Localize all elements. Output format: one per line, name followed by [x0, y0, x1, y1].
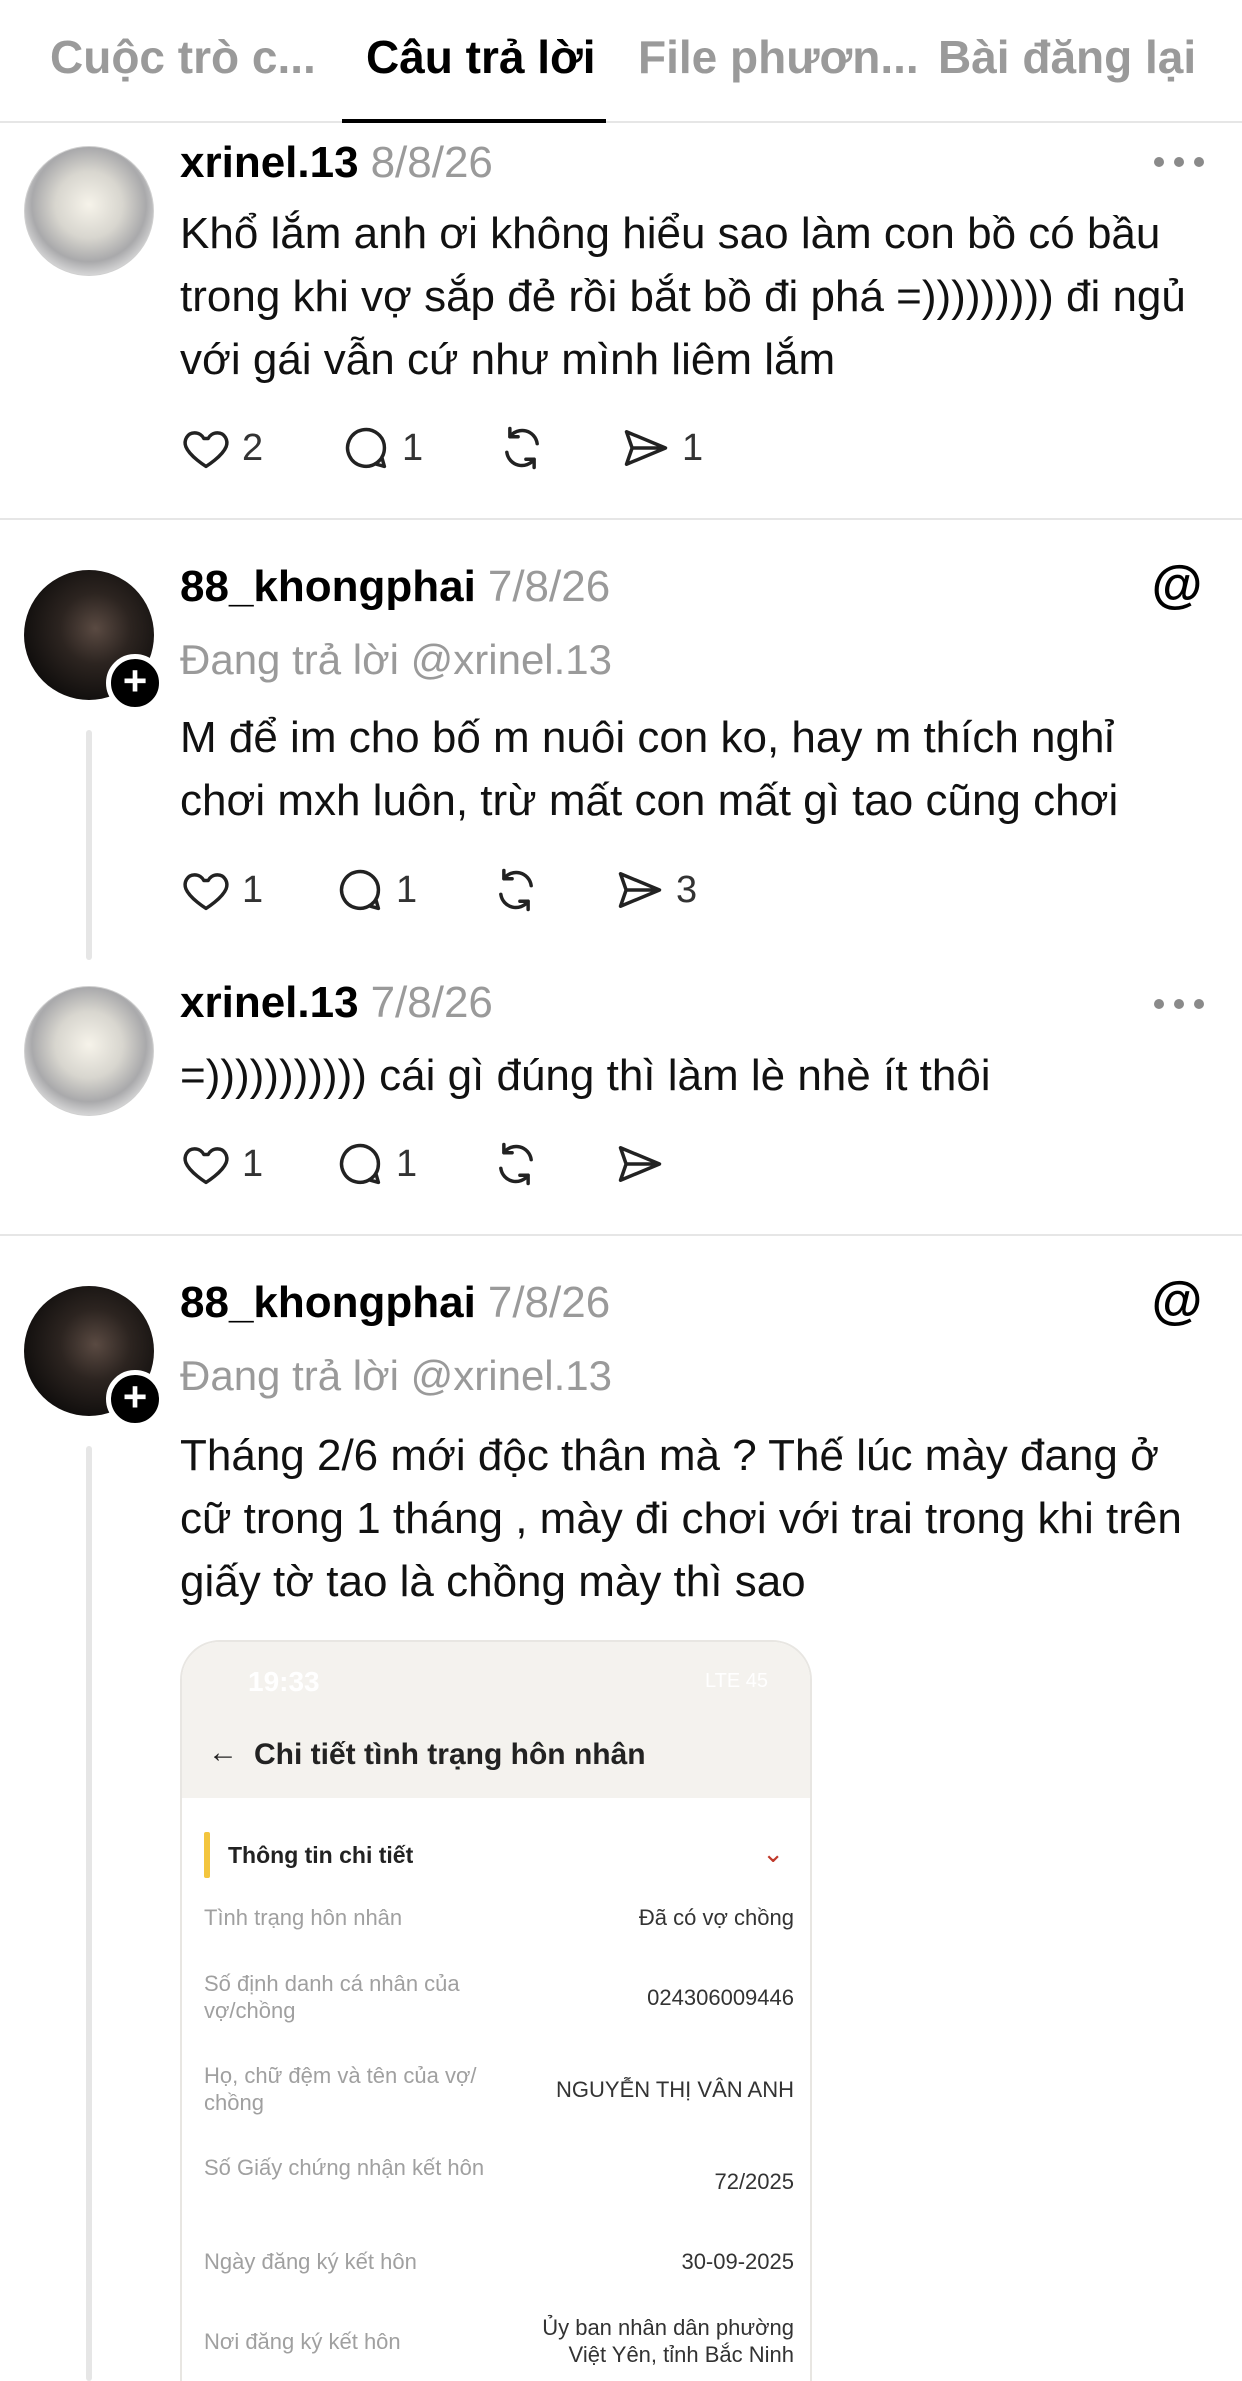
username[interactable]: xrinel.13: [180, 978, 359, 1027]
heart-icon: [183, 873, 229, 911]
post-text: M để im cho bố m nuôi con ko, hay m thíc…: [180, 713, 1119, 825]
detail-label: Số định danh cá nhân của vợ/chồng: [204, 1971, 460, 2023]
active-tab-indicator: [342, 119, 606, 123]
repost-button[interactable]: [490, 1138, 542, 1190]
repost-icon: [505, 426, 539, 470]
reply-button[interactable]: 1: [340, 422, 423, 474]
share-button[interactable]: [614, 1138, 666, 1190]
arrow-left-icon: ←: [208, 1736, 238, 1769]
like-count: 1: [242, 1142, 264, 1185]
detail-value: Ủy ban nhân dân phường Việt Yên, tỉnh Bắ…: [542, 2315, 794, 2367]
post-text: =))))))))))) cái gì đúng thì làm lè nhè …: [180, 1051, 991, 1100]
heart-icon: [183, 1147, 229, 1185]
like-count: 2: [242, 426, 264, 469]
detail-label: Ngày đăng ký kết hôn: [204, 2249, 417, 2274]
like-count: 1: [242, 868, 264, 911]
detail-value: Đã có vợ chồng: [638, 1905, 794, 1930]
share-button[interactable]: 3: [614, 864, 697, 916]
attached-image[interactable]: 19:33 LTE 45 ← Chi tiết tình trạng hôn n…: [180, 1640, 812, 2381]
status-indicators: LTE 45: [705, 1670, 768, 1692]
post-header: xrinel.13 8/8/26: [180, 138, 493, 188]
like-button[interactable]: 1: [180, 1138, 263, 1190]
replying-to[interactable]: Đang trả lời @xrinel.13: [180, 1352, 612, 1400]
reply-count: 1: [402, 426, 424, 469]
like-button[interactable]: 2: [180, 422, 263, 474]
post-text: Tháng 2/6 mới độc thân mà ? Thế lúc mày …: [180, 1431, 1182, 1606]
section-accent: [204, 1832, 210, 1878]
username[interactable]: 88_khongphai: [180, 1278, 476, 1327]
username[interactable]: 88_khongphai: [180, 562, 476, 611]
post-divider: [0, 518, 1242, 520]
post-text: Khổ lắm anh ơi không hiểu sao làm con bồ…: [180, 209, 1186, 384]
more-horizontal-icon[interactable]: [1154, 152, 1204, 172]
thread-line: [86, 730, 92, 960]
avatar[interactable]: [24, 146, 154, 276]
heart-icon: [183, 431, 229, 469]
post-divider: [0, 1234, 1242, 1236]
repost-button[interactable]: [490, 864, 542, 916]
post-date: 8/8/26: [370, 138, 493, 187]
post-date: 7/8/26: [487, 1278, 611, 1327]
chevron-down-icon: ⌄: [762, 1838, 784, 1868]
post-date: 7/8/26: [370, 978, 493, 1027]
detail-label: Số Giấy chứng nhận kết hôn: [204, 2155, 485, 2180]
send-icon: [618, 872, 662, 908]
reply-button[interactable]: 1: [334, 1138, 417, 1190]
share-button[interactable]: 1: [620, 422, 703, 474]
share-count: 1: [682, 426, 704, 469]
send-icon: [618, 1146, 662, 1182]
tab-threads[interactable]: Cuộc trò c...: [50, 30, 316, 84]
repost-button[interactable]: [496, 422, 548, 474]
section-header: Thông tin chi tiết ⌄: [204, 1832, 794, 1878]
username[interactable]: xrinel.13: [180, 138, 359, 187]
post-header: 88_khongphai 7/8/26: [180, 562, 610, 612]
tab-media[interactable]: File phươn...: [638, 30, 919, 84]
share-count: 3: [676, 868, 698, 911]
detail-label: Nơi đăng ký kết hôn: [204, 2329, 401, 2354]
reply-count: 1: [396, 868, 418, 911]
repost-icon: [499, 868, 533, 912]
detail-label: Họ, chữ đệm và tên của vợ/ chồng: [204, 2063, 477, 2115]
send-icon: [624, 430, 668, 466]
detail-value: 024306009446: [647, 1985, 794, 2010]
avatar[interactable]: [24, 986, 154, 1116]
reply-count: 1: [396, 1142, 418, 1185]
like-button[interactable]: 1: [180, 864, 263, 916]
detail-value: 72/2025: [714, 2169, 794, 2194]
attached-title: Chi tiết tình trạng hôn nhân: [254, 1738, 646, 1771]
reply-button[interactable]: 1: [334, 864, 417, 916]
tab-replies[interactable]: Câu trả lời: [366, 30, 596, 84]
replying-to[interactable]: Đang trả lời @xrinel.13: [180, 636, 612, 684]
detail-value: NGUYỄN THỊ VÂN ANH: [556, 2077, 794, 2102]
detail-label: Tình trạng hôn nhân: [204, 1905, 403, 1930]
profile-tabs: Cuộc trò c... Câu trả lời File phươn... …: [0, 0, 1242, 123]
detail-value: 30-09-2025: [681, 2249, 794, 2274]
section-title: Thông tin chi tiết: [228, 1842, 414, 1868]
tab-reposts[interactable]: Bài đăng lại: [938, 30, 1196, 84]
comment-icon: [345, 427, 387, 469]
thread-line: [86, 1446, 92, 2381]
repost-icon: [499, 1142, 533, 1186]
threads-logo-icon[interactable]: @: [1150, 558, 1204, 612]
attached-image-header: 19:33 LTE 45 ← Chi tiết tình trạng hôn n…: [182, 1642, 810, 1798]
more-horizontal-icon[interactable]: [1154, 994, 1204, 1014]
threads-logo-icon[interactable]: @: [1150, 1274, 1204, 1328]
post-header: 88_khongphai 7/8/26: [180, 1278, 610, 1328]
post-header: xrinel.13 7/8/26: [180, 978, 493, 1028]
follow-plus-icon[interactable]: +: [106, 654, 164, 712]
follow-plus-icon[interactable]: +: [106, 1370, 164, 1428]
comment-icon: [339, 869, 381, 911]
comment-icon: [339, 1143, 381, 1185]
status-time: 19:33: [248, 1666, 320, 1697]
post-date: 7/8/26: [487, 562, 611, 611]
